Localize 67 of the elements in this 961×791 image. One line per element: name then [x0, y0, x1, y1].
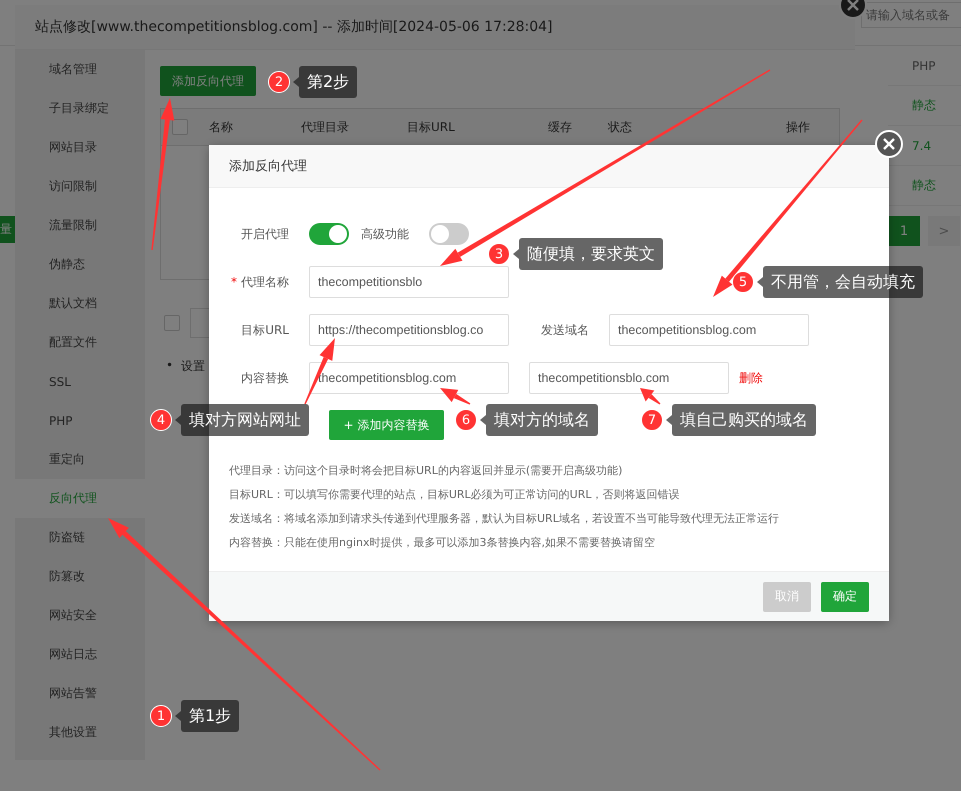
arrow	[640, 388, 660, 405]
sidebar-item[interactable]: 防盗链	[15, 518, 145, 557]
column-header: 代理目录	[301, 120, 349, 134]
sidebar-item[interactable]: 流量限制	[15, 206, 145, 245]
delete-link[interactable]: 删除	[739, 370, 763, 386]
sidebar-item[interactable]: 配置文件	[15, 323, 145, 362]
callout-label: 第2步	[293, 66, 358, 98]
field-label: 目标URL	[241, 322, 289, 338]
sidebar-item[interactable]: 网站告警	[15, 674, 145, 713]
sidebar-item[interactable]: 伪静态	[15, 245, 145, 284]
sidebar-item[interactable]: SSL	[15, 362, 145, 401]
sidebar-item[interactable]: 网站安全	[15, 596, 145, 635]
bullet: •	[166, 358, 174, 374]
toggle-label: 开启代理	[241, 226, 289, 242]
help-note: 发送域名：将域名添加到请求头传递到代理服务器，默认为目标URL域名，若设置不当可能导致代理无法正常运行	[229, 511, 780, 527]
page-button[interactable]: 1	[888, 216, 920, 246]
toggle-label: 高级功能	[361, 226, 409, 242]
batch-button[interactable]: 量	[0, 216, 16, 243]
input-field[interactable]: thecompetitionsblo	[309, 266, 509, 298]
input-field[interactable]: thecompetitionsblog.com	[309, 362, 509, 394]
callout-label: 填自己购买的域名	[666, 404, 816, 436]
column-header: 名称	[209, 120, 233, 134]
toggle-switch[interactable]	[309, 223, 349, 245]
table-cell: 静态	[888, 86, 961, 126]
checkbox[interactable]	[172, 119, 188, 135]
close-icon[interactable]	[874, 129, 904, 159]
input-field[interactable]: thecompetitionsblog.com	[609, 314, 809, 346]
sidebar-item[interactable]: 访问限制	[15, 167, 145, 206]
dialog-title: 添加反向代理	[209, 145, 889, 188]
column-header: 状态	[608, 120, 632, 134]
input-field[interactable]: https://thecompetitionsblog.co	[309, 314, 509, 346]
checkbox[interactable]	[164, 315, 180, 331]
confirm-button[interactable]: 确定	[821, 582, 869, 612]
column-header: 缓存	[548, 120, 572, 134]
sidebar-item[interactable]: 其他设置	[15, 713, 145, 752]
add-replace-button[interactable]: + 添加内容替换	[329, 410, 444, 440]
arrow	[440, 388, 470, 405]
callout-label: 填对方的域名	[480, 404, 598, 436]
add-proxy-button[interactable]: 添加反向代理	[160, 66, 256, 96]
sidebar-item[interactable]: 重定向	[15, 440, 145, 479]
sidebar-item[interactable]: 反向代理	[15, 479, 145, 518]
help-note: 设置	[181, 358, 206, 375]
input-field[interactable]: thecompetitionsblo.com	[529, 362, 729, 394]
search-field[interactable]: 请输入域名或备	[861, 2, 961, 28]
field-label: 发送域名	[541, 322, 589, 338]
column-header: 目标URL	[407, 120, 455, 134]
sidebar-item[interactable]: 网站目录	[15, 128, 145, 167]
help-note: 代理目录：访问这个目录时将会把目标URL的内容返回并显示(需要开启高级功能)	[229, 463, 624, 479]
sidebar-item[interactable]: 网站日志	[15, 635, 145, 674]
sidebar-item[interactable]: PHP	[15, 401, 145, 440]
column-header: PHP	[888, 46, 961, 86]
callout-label: 填对方网站网址	[175, 404, 309, 436]
sidebar-item[interactable]: 域名管理	[15, 50, 145, 89]
field-label: 内容替换	[241, 370, 289, 386]
sidebar-item[interactable]: 默认文档	[15, 284, 145, 323]
callout-label: 随便填，要求英文	[513, 238, 663, 270]
required-mark: *	[231, 275, 237, 289]
callout-label: 不用管，会自动填充	[757, 266, 923, 298]
help-note: 目标URL：可以填写你需要代理的站点，目标URL必须为可正常访问的URL，否则将返回错误	[229, 487, 680, 503]
toggle-switch[interactable]	[429, 223, 469, 245]
field-label: 代理名称	[241, 274, 289, 290]
callout-label: 第1步	[175, 700, 240, 732]
sidebar-item[interactable]: 防篡改	[15, 557, 145, 596]
help-note: 内容替换：只能在使用nginx时提供，最多可以添加3条替换内容,如果不需要替换请留空	[229, 535, 656, 551]
sidebar-item[interactable]: 子目录绑定	[15, 89, 145, 128]
column-header: 操作	[786, 120, 810, 134]
page-button[interactable]: >	[928, 216, 960, 246]
